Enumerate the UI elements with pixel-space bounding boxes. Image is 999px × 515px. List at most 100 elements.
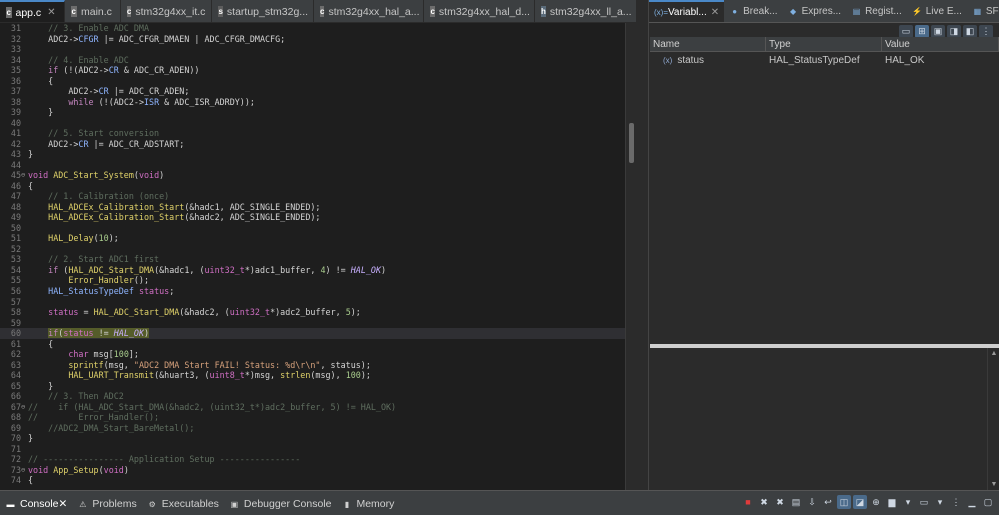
display-selected-console-dropdown-icon[interactable]: ▾	[901, 495, 915, 509]
code-line[interactable]: 37 ADC2->CR |= ADC_CR_ADEN;	[0, 86, 625, 97]
console-panel-tab[interactable]: ▣ Debugger Console	[224, 496, 337, 512]
code-line[interactable]: 32 ADC2->CFGR |= ADC_CFGR_DMAEN | ADC_CF…	[0, 34, 625, 45]
code-line[interactable]: 60 if(status != HAL_OK)	[0, 328, 625, 339]
code-line[interactable]: 71	[0, 444, 625, 455]
maximize-icon[interactable]: ▢	[981, 495, 995, 509]
variable-row[interactable]: (x) status HAL_StatusTypeDef HAL_OK	[650, 53, 999, 68]
pin-console-icon[interactable]: ⊕	[869, 495, 883, 509]
editor-vertical-scrollbar[interactable]	[625, 23, 637, 490]
scroll-down-arrow-icon[interactable]: ▼	[990, 481, 998, 488]
code-line[interactable]: 59	[0, 318, 625, 329]
code-line[interactable]: 34 // 4. Enable ADC	[0, 55, 625, 66]
code-line[interactable]: 41 // 5. Start conversion	[0, 128, 625, 139]
code-line[interactable]: 40	[0, 118, 625, 129]
terminate-icon[interactable]: ■	[741, 495, 755, 509]
code-line[interactable]: 58 status = HAL_ADC_Start_DMA(&hadc2, (u…	[0, 307, 625, 318]
code-line[interactable]: 55 Error_Handler();	[0, 275, 625, 286]
code-editor[interactable]: c app.c ✕ c main.c c stm32g4xx_it.c s startup_st…	[0, 0, 637, 490]
code-line[interactable]: 39 }	[0, 107, 625, 118]
console-panel-tab[interactable]: ▬ Console ✕	[0, 496, 72, 512]
editor-tab[interactable]: h stm32g4xx_ll_a...	[535, 0, 637, 22]
code-line[interactable]: 44	[0, 160, 625, 171]
collapse-all-icon[interactable]: ▣	[931, 24, 945, 38]
debug-view-tab[interactable]: ▤ Regist...	[846, 0, 907, 22]
variable-value[interactable]: HAL_OK	[882, 53, 999, 68]
fold-toggle-icon[interactable]: ⊖	[21, 465, 27, 476]
code-area[interactable]: 31 // 3. Enable ADC DMA 32 ADC2->CFGR |= …	[0, 23, 625, 490]
editor-tab[interactable]: c stm32g4xx_hal_a...	[314, 0, 425, 22]
code-line[interactable]: 36 {	[0, 76, 625, 87]
code-line[interactable]: 68 // Error_Handler();	[0, 412, 625, 423]
code-line[interactable]: 31 // 3. Enable ADC DMA	[0, 23, 625, 34]
code-line[interactable]: 63 sprintf(msg, "ADC2 DMA Start FAIL! St…	[0, 360, 625, 371]
debug-view-tab[interactable]: ▦SFRs	[967, 0, 999, 22]
fold-toggle-icon[interactable]: ⊖	[21, 402, 27, 413]
code-line[interactable]: 53 // 2. Start ADC1 first	[0, 254, 625, 265]
code-line[interactable]: 48 HAL_ADCEx_Calibration_Start(&hadc1, A…	[0, 202, 625, 213]
show-when-stdout-icon[interactable]: ◫	[837, 495, 851, 509]
word-wrap-icon[interactable]: ↩	[821, 495, 835, 509]
code-line[interactable]: 72 // ---------------- Application Setup …	[0, 454, 625, 465]
code-line[interactable]: 49 HAL_ADCEx_Calibration_Start(&hadc2, A…	[0, 212, 625, 223]
code-line[interactable]: 45 ⊖ void ADC_Start_System(void)	[0, 170, 625, 181]
variable-details-pane[interactable]	[650, 348, 987, 490]
close-icon[interactable]: ✕	[59, 498, 68, 510]
code-line[interactable]: 38 while (!(ADC2->ISR & ADC_ISR_ADRDY));	[0, 97, 625, 108]
code-line[interactable]: 43}	[0, 149, 625, 160]
code-line[interactable]: 62 char msg[100];	[0, 349, 625, 360]
code-line[interactable]: 54 if (HAL_ADC_Start_DMA(&hadc1, (uint32…	[0, 265, 625, 276]
show-type-names-icon[interactable]: ▭	[899, 24, 913, 38]
remove-launch-icon[interactable]: ✖	[757, 495, 771, 509]
remove-global-variables-icon[interactable]: ◧	[963, 24, 977, 38]
debug-view-tab[interactable]: (x)= Variabl... ✕	[649, 0, 725, 22]
code-line[interactable]: 70}	[0, 433, 625, 444]
close-icon[interactable]: ✕	[47, 7, 55, 18]
code-line[interactable]: 35 if (!(ADC2->CR & ADC_CR_ADEN))	[0, 65, 625, 76]
code-line[interactable]: 33	[0, 44, 625, 55]
open-console-dropdown-icon[interactable]: ▾	[933, 495, 947, 509]
editor-tab[interactable]: c main.c	[65, 0, 121, 22]
show-when-stderr-icon[interactable]: ◪	[853, 495, 867, 509]
minimize-icon[interactable]: ▁	[965, 495, 979, 509]
debug-view-tab[interactable]: ◆ Expres...	[783, 0, 846, 22]
code-line[interactable]: 50	[0, 223, 625, 234]
code-line[interactable]: 46 {	[0, 181, 625, 192]
code-line[interactable]: 42 ADC2->CR |= ADC_CR_ADSTART;	[0, 139, 625, 150]
code-line[interactable]: 66 // 3. Then ADC2	[0, 391, 625, 402]
editor-tab[interactable]: s startup_stm32g...	[212, 0, 314, 22]
debug-view-tab[interactable]: ● Break...	[724, 0, 782, 22]
code-line[interactable]: 51 HAL_Delay(10);	[0, 233, 625, 244]
debug-view-tab[interactable]: ⚡ Live E...	[907, 0, 967, 22]
editor-tab[interactable]: c stm32g4xx_hal_d...	[424, 0, 535, 22]
code-line[interactable]: 65 }	[0, 381, 625, 392]
add-global-variables-icon[interactable]: ◨	[947, 24, 961, 38]
console-panel-tab[interactable]: ⚙ Executables	[142, 496, 224, 512]
code-line[interactable]: 56 HAL_StatusTypeDef status;	[0, 286, 625, 297]
code-line[interactable]: 57	[0, 297, 625, 308]
pane-splitter[interactable]	[637, 0, 648, 490]
display-selected-console-icon[interactable]: ▆	[885, 495, 899, 509]
view-menu-icon[interactable]: ⋮	[949, 495, 963, 509]
code-line[interactable]: 47 // 1. Calibration (once)	[0, 191, 625, 202]
code-line[interactable]: 61 {	[0, 339, 625, 350]
console-panel-tab[interactable]: ⚠ Problems	[72, 496, 141, 512]
show-logical-structure-icon[interactable]: ⊞	[915, 24, 929, 38]
open-console-icon[interactable]: ▭	[917, 495, 931, 509]
scroll-up-arrow-icon[interactable]: ▲	[990, 350, 998, 357]
column-header-value[interactable]: Value	[882, 37, 999, 51]
column-header-type[interactable]: Type	[766, 37, 882, 51]
code-line[interactable]: 73 ⊖ void App_Setup(void)	[0, 465, 625, 476]
scroll-lock-icon[interactable]: ⇩	[805, 495, 819, 509]
view-menu-icon[interactable]: ⋮	[979, 24, 993, 38]
fold-toggle-icon[interactable]: ⊖	[21, 170, 27, 181]
clear-console-icon[interactable]: ▤	[789, 495, 803, 509]
code-line[interactable]: 52	[0, 244, 625, 255]
console-panel-tab[interactable]: ▮ Memory	[336, 496, 399, 512]
code-line[interactable]: 69 //ADC2_DMA_Start_BareMetal();	[0, 423, 625, 434]
editor-tab[interactable]: c app.c ✕	[0, 0, 65, 22]
editor-tab[interactable]: c stm32g4xx_it.c	[121, 0, 213, 22]
code-line[interactable]: 67 ⊖// if (HAL_ADC_Start_DMA(&hadc2, (uin…	[0, 402, 625, 413]
code-line[interactable]: 74 {	[0, 475, 625, 486]
editor-scrollbar-thumb[interactable]	[629, 123, 634, 163]
remove-all-terminated-icon[interactable]: ✖	[773, 495, 787, 509]
